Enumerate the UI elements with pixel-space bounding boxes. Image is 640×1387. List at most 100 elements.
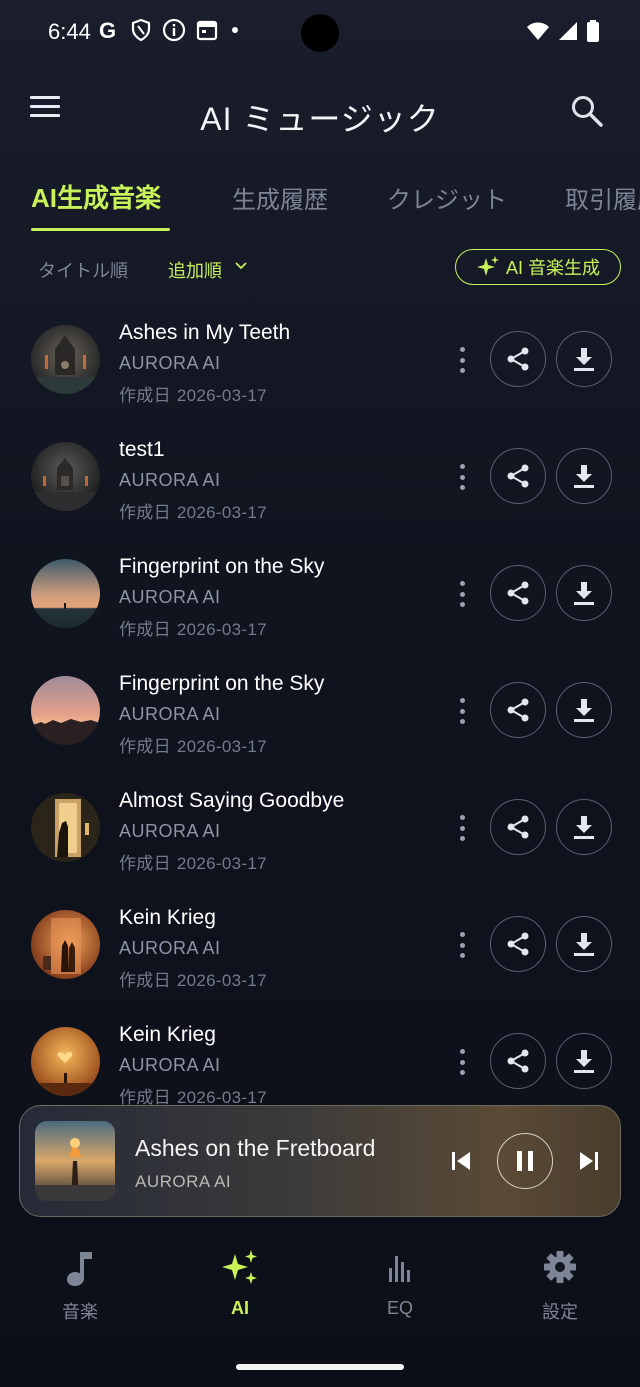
now-playing-bar[interactable]: Ashes on the Fretboard AURORA AI bbox=[19, 1105, 621, 1217]
more-options-icon[interactable] bbox=[456, 698, 468, 724]
share-icon bbox=[507, 1049, 529, 1073]
share-button[interactable] bbox=[490, 331, 546, 387]
track-row[interactable]: Almost Saying Goodbye AURORA AI 作成日 2026-… bbox=[0, 771, 640, 888]
more-options-icon[interactable] bbox=[456, 581, 468, 607]
bottom-navigation: 音楽 AI EQ 設定 bbox=[0, 1232, 640, 1352]
track-title: Almost Saying Goodbye bbox=[119, 789, 345, 812]
download-button[interactable] bbox=[556, 331, 612, 387]
track-row[interactable]: test1 AURORA AI 作成日 2026-03-17 bbox=[0, 420, 640, 537]
share-button[interactable] bbox=[490, 1033, 546, 1089]
share-button[interactable] bbox=[490, 916, 546, 972]
gear-icon bbox=[544, 1251, 576, 1283]
calendar-icon bbox=[196, 20, 218, 41]
nav-music[interactable]: 音楽 bbox=[0, 1232, 160, 1324]
tab-transaction-history[interactable]: 取引履歴 bbox=[565, 180, 640, 215]
album-art bbox=[31, 676, 100, 745]
date-value: 2026-03-17 bbox=[176, 737, 267, 756]
status-bar: 6:44 G bbox=[0, 0, 640, 64]
share-icon bbox=[507, 815, 529, 839]
home-indicator[interactable] bbox=[236, 1364, 404, 1370]
tab-generation-history[interactable]: 生成履歴 bbox=[232, 180, 328, 215]
track-title: Fingerprint on the Sky bbox=[119, 672, 325, 695]
track-row[interactable]: Ashes in My Teeth AURORA AI 作成日 2026-03-1… bbox=[0, 303, 640, 420]
google-icon: G bbox=[99, 19, 116, 41]
more-options-icon[interactable] bbox=[456, 1049, 468, 1075]
battery-icon bbox=[587, 20, 599, 42]
nav-ai-label: AI bbox=[231, 1298, 249, 1318]
nav-eq-label: EQ bbox=[386, 1298, 413, 1318]
nav-eq[interactable]: EQ bbox=[320, 1232, 480, 1319]
track-date: 作成日 2026-03-17 bbox=[119, 732, 267, 757]
nav-settings[interactable]: 設定 bbox=[480, 1232, 640, 1324]
date-value: 2026-03-17 bbox=[176, 620, 267, 639]
ai-generate-label: AI 音楽生成 bbox=[505, 258, 600, 278]
share-icon bbox=[507, 932, 529, 956]
track-artist: AURORA AI bbox=[119, 821, 221, 841]
album-art bbox=[31, 910, 100, 979]
track-title: Kein Krieg bbox=[119, 906, 216, 929]
more-options-icon[interactable] bbox=[456, 932, 468, 958]
track-artist: AURORA AI bbox=[119, 1055, 221, 1075]
sort-by-added[interactable]: 追加順 bbox=[168, 257, 222, 283]
share-icon bbox=[507, 581, 529, 605]
date-value: 2026-03-17 bbox=[176, 503, 267, 522]
album-art bbox=[31, 442, 100, 511]
track-artist: AURORA AI bbox=[119, 587, 221, 607]
shield-icon bbox=[131, 18, 151, 42]
share-button[interactable] bbox=[490, 448, 546, 504]
now-playing-title: Ashes on the Fretboard bbox=[135, 1135, 376, 1161]
more-options-icon[interactable] bbox=[456, 815, 468, 841]
download-button[interactable] bbox=[556, 916, 612, 972]
share-button[interactable] bbox=[490, 799, 546, 855]
track-row[interactable]: Fingerprint on the Sky AURORA AI 作成日 2026… bbox=[0, 537, 640, 654]
page-title: AI ミュージック bbox=[200, 101, 440, 137]
share-button[interactable] bbox=[490, 565, 546, 621]
nav-ai[interactable]: AI bbox=[160, 1232, 320, 1319]
more-options-icon[interactable] bbox=[456, 347, 468, 373]
search-icon[interactable] bbox=[570, 94, 604, 128]
skip-previous-icon[interactable] bbox=[450, 1150, 472, 1172]
share-icon bbox=[507, 347, 529, 371]
nav-settings-label: 設定 bbox=[542, 1302, 578, 1322]
more-options-icon[interactable] bbox=[456, 464, 468, 490]
download-button[interactable] bbox=[556, 565, 612, 621]
album-art bbox=[31, 1027, 100, 1096]
track-artist: AURORA AI bbox=[119, 470, 221, 490]
track-date: 作成日 2026-03-17 bbox=[119, 498, 267, 523]
download-icon bbox=[574, 816, 594, 839]
equalizer-icon bbox=[389, 1256, 410, 1282]
download-button[interactable] bbox=[556, 1033, 612, 1089]
camera-cutout bbox=[301, 14, 339, 52]
download-icon bbox=[574, 1050, 594, 1073]
track-date: 作成日 2026-03-17 bbox=[119, 966, 267, 991]
track-artist: AURORA AI bbox=[119, 704, 221, 724]
app-bar: AI ミュージック bbox=[0, 80, 640, 144]
now-playing-artist: AURORA AI bbox=[135, 1172, 232, 1191]
dot-icon bbox=[232, 27, 238, 33]
now-playing-art bbox=[35, 1121, 115, 1201]
download-icon bbox=[574, 465, 594, 488]
chevron-down-icon[interactable] bbox=[235, 262, 247, 270]
sort-by-title[interactable]: タイトル順 bbox=[38, 257, 128, 283]
share-icon bbox=[507, 698, 529, 722]
status-right-icons bbox=[526, 20, 600, 42]
tab-credits[interactable]: クレジット bbox=[387, 180, 507, 215]
sort-bar: タイトル順 追加順 AI 音楽生成 bbox=[0, 248, 640, 288]
tab-ai-music[interactable]: AI生成音楽 bbox=[31, 178, 161, 215]
track-date: 作成日 2026-03-17 bbox=[119, 615, 267, 640]
share-button[interactable] bbox=[490, 682, 546, 738]
download-button[interactable] bbox=[556, 799, 612, 855]
date-label: 作成日 bbox=[119, 503, 171, 522]
track-row[interactable]: Kein Krieg AURORA AI 作成日 2026-03-17 bbox=[0, 888, 640, 1005]
status-time: 6:44 bbox=[48, 19, 91, 44]
download-button[interactable] bbox=[556, 448, 612, 504]
track-title: Fingerprint on the Sky bbox=[119, 555, 325, 578]
track-row[interactable]: Fingerprint on the Sky AURORA AI 作成日 2026… bbox=[0, 654, 640, 771]
svg-text:G: G bbox=[99, 19, 116, 41]
date-value: 2026-03-17 bbox=[176, 386, 267, 405]
skip-next-icon[interactable] bbox=[578, 1150, 600, 1172]
pause-button[interactable] bbox=[497, 1133, 553, 1189]
download-button[interactable] bbox=[556, 682, 612, 738]
info-icon bbox=[162, 18, 186, 42]
ai-generate-button[interactable]: AI 音楽生成 bbox=[455, 249, 621, 285]
